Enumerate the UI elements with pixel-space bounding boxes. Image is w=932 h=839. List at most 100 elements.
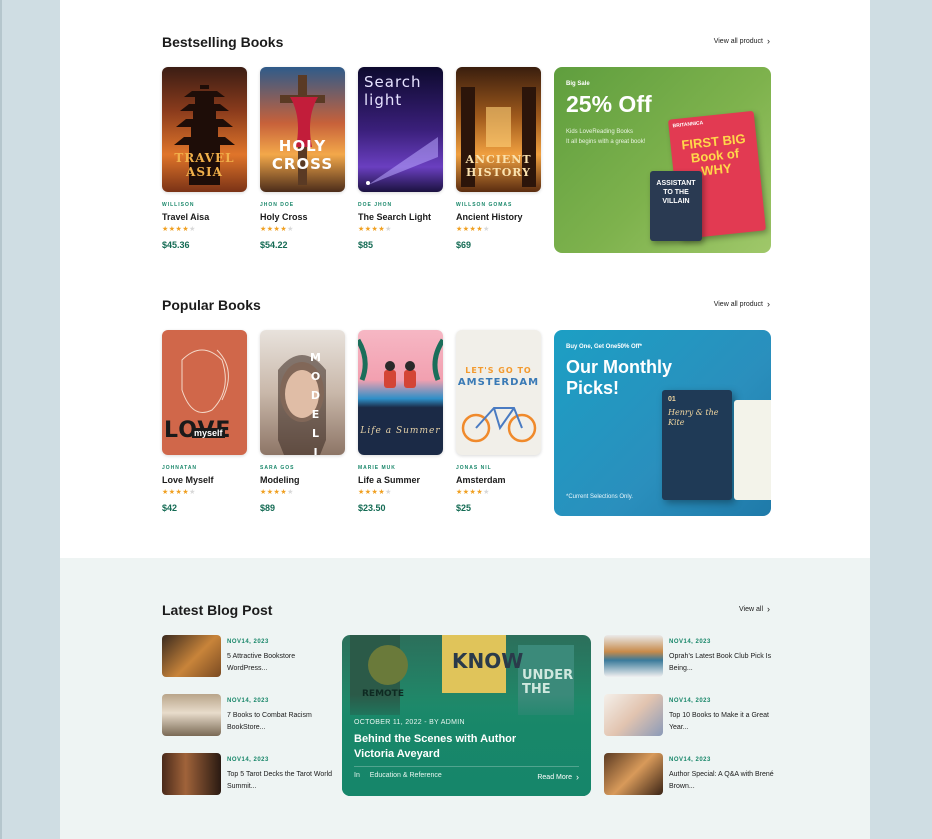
rating-stars: ★★★★★ (260, 489, 294, 496)
book-cover[interactable]: LET'S GO TO AMSTERDAM (456, 330, 541, 455)
blog-title[interactable]: Top 10 Books to Make it a Great Year... (669, 710, 779, 734)
left-gutter (0, 0, 60, 839)
chevron-right-icon: › (576, 772, 579, 782)
promo-footnote: *Current Selections Only. (566, 494, 633, 500)
book-card[interactable]: LOVE myself JOHNATAN Love Myself ★★★★★ $… (162, 330, 248, 513)
section-title-blog: Latest Blog Post (162, 602, 273, 618)
book-cover[interactable]: Search light (358, 67, 443, 192)
promo-line-1: Kids LoveReading Books (566, 129, 634, 135)
blog-list-item[interactable]: NOV14, 2023 5 Attractive Bookstore WordP… (162, 635, 330, 679)
book-price: $54.22 (260, 240, 288, 250)
book-cover[interactable]: MODELING (260, 330, 345, 455)
cover-title: ANCIENT HISTORY (465, 153, 532, 179)
blog-title[interactable]: Top 5 Tarot Decks the Tarot World Summit… (227, 769, 337, 793)
book-title[interactable]: Travel Aisa (162, 212, 248, 222)
book-author: MARIE MUK (358, 465, 396, 471)
book-title[interactable]: Modeling (260, 475, 346, 485)
promo-brand: BRITANNICA (672, 120, 704, 130)
book-title[interactable]: Love Myself (162, 475, 248, 485)
right-gutter (870, 0, 932, 839)
blog-date: NOV14, 2023 (669, 639, 711, 645)
book-cover[interactable]: ANCIENT HISTORY (456, 67, 541, 192)
blog-thumbnail[interactable] (604, 694, 663, 736)
portrait-face-illustration (278, 355, 326, 455)
blog-thumbnail[interactable] (162, 753, 221, 795)
promo-book-number: 01 (668, 396, 676, 403)
rating-stars: ★★★★★ (358, 489, 392, 496)
blog-thumbnail[interactable] (162, 694, 221, 736)
promo-tag: Buy One, Get One50% Off* (566, 344, 643, 350)
blog-date: NOV14, 2023 (227, 757, 269, 763)
popular-header: Popular Books View all product › (162, 297, 770, 321)
rating-stars: ★★★★★ (260, 226, 294, 233)
view-all-bestselling-link[interactable]: View all product › (713, 36, 770, 46)
promo-line-2: It all begins with a great book! (566, 139, 646, 145)
book-cover[interactable]: LOVE myself (162, 330, 247, 455)
blog-thumbnail[interactable] (604, 753, 663, 795)
big-sale-promo-banner[interactable]: Big Sale 25% Off Kids LoveReading Books … (554, 67, 771, 253)
book-author: SARA GOS (260, 465, 295, 471)
featured-blog-card[interactable]: KNOW REMOTE UNDER THE OCTOBER 11, 2022 -… (342, 635, 591, 796)
book-card[interactable]: LET'S GO TO AMSTERDAM JONAS NIL Amsterda… (456, 330, 542, 513)
book-card[interactable]: ANCIENT HISTORY WILLSON GOMAS Ancient Hi… (456, 67, 542, 250)
cover-title: HOLY CROSS (271, 137, 334, 173)
read-more-link[interactable]: Read More › (537, 772, 579, 782)
book-card[interactable]: Life a Summer MARIE MUK Life a Summer ★★… (358, 330, 444, 513)
book-cover[interactable]: Life a Summer (358, 330, 443, 455)
blog-title[interactable]: 7 Books to Combat Racism BookStore... (227, 710, 337, 734)
blog-list-item[interactable]: NOV14, 2023 Top 5 Tarot Decks the Tarot … (162, 753, 332, 797)
view-all-label: View all (739, 606, 763, 613)
cover-subtitle: myself (192, 428, 225, 438)
view-all-popular-link[interactable]: View all product › (713, 299, 770, 309)
blog-title[interactable]: 5 Attractive Bookstore WordPress... (227, 651, 337, 675)
book-cover[interactable]: TRAVEL ASIA (162, 67, 247, 192)
read-more-label: Read More (537, 773, 572, 781)
book-price: $45.36 (162, 240, 190, 250)
view-all-blog-link[interactable]: View all › (739, 604, 770, 614)
chevron-right-icon: › (767, 299, 770, 309)
category-link[interactable]: Education & Reference (370, 772, 442, 779)
book-card[interactable]: HOLY CROSS JHON DOE Holy Cross ★★★★★ $54… (260, 67, 346, 250)
blog-thumbnail[interactable] (604, 635, 663, 677)
chevron-right-icon: › (767, 36, 770, 46)
promo-headline-line-1: Our Monthly (566, 357, 672, 377)
view-all-label: View all product (713, 38, 763, 45)
book-title[interactable]: Holy Cross (260, 212, 346, 222)
blog-date: NOV14, 2023 (669, 698, 711, 704)
book-card[interactable]: MODELING SARA GOS Modeling ★★★★★ $89 (260, 330, 346, 513)
blog-thumbnail[interactable] (162, 635, 221, 677)
book-price: $25 (456, 503, 472, 513)
category-prefix: In (354, 772, 360, 779)
promo-headline: Our Monthly Picks! (566, 357, 672, 399)
book-author: WILLISON (162, 202, 195, 208)
blog-header: Latest Blog Post View all › (162, 602, 770, 626)
feature-title[interactable]: Behind the Scenes with Author Victoria A… (354, 732, 554, 762)
book-price: $69 (456, 240, 472, 250)
view-all-label: View all product (713, 301, 763, 308)
blog-date: NOV14, 2023 (227, 698, 269, 704)
book-title[interactable]: The Search Light (358, 212, 444, 222)
book-title[interactable]: Ancient History (456, 212, 542, 222)
blog-list-item[interactable]: NOV14, 2023 Top 10 Books to Make it a Gr… (604, 694, 772, 738)
cover-title: MODELING (310, 351, 322, 455)
book-title[interactable]: Life a Summer (358, 475, 444, 485)
book-cover[interactable]: HOLY CROSS (260, 67, 345, 192)
book-title[interactable]: Amsterdam (456, 475, 542, 485)
rating-stars: ★★★★★ (456, 489, 490, 496)
cross-illustration (280, 75, 325, 185)
book-card[interactable]: Search light DOE JHON The Search Light ★… (358, 67, 444, 250)
blog-list-item[interactable]: NOV14, 2023 Author Special: A Q&A with B… (604, 753, 774, 797)
book-author: DOE JHON (358, 202, 393, 208)
monthly-picks-promo-banner[interactable]: Buy One, Get One50% Off* Our Monthly Pic… (554, 330, 771, 516)
book-card[interactable]: TRAVEL ASIA WILLISON Travel Aisa ★★★★★ $… (162, 67, 248, 250)
section-title-popular: Popular Books (162, 297, 261, 313)
blog-title[interactable]: Author Special: A Q&A with Brené Brown..… (669, 769, 779, 793)
cover-title: Life a Summer (360, 426, 441, 436)
promo-book-back (734, 400, 771, 500)
bicycle-illustration (461, 407, 537, 443)
blog-list-item[interactable]: NOV14, 2023 Oprah's Latest Book Club Pic… (604, 635, 772, 679)
book-author: JHON DOE (260, 202, 295, 208)
chevron-right-icon: › (767, 604, 770, 614)
blog-list-item[interactable]: NOV14, 2023 7 Books to Combat Racism Boo… (162, 694, 330, 738)
blog-title[interactable]: Oprah's Latest Book Club Pick Is Being..… (669, 651, 779, 675)
